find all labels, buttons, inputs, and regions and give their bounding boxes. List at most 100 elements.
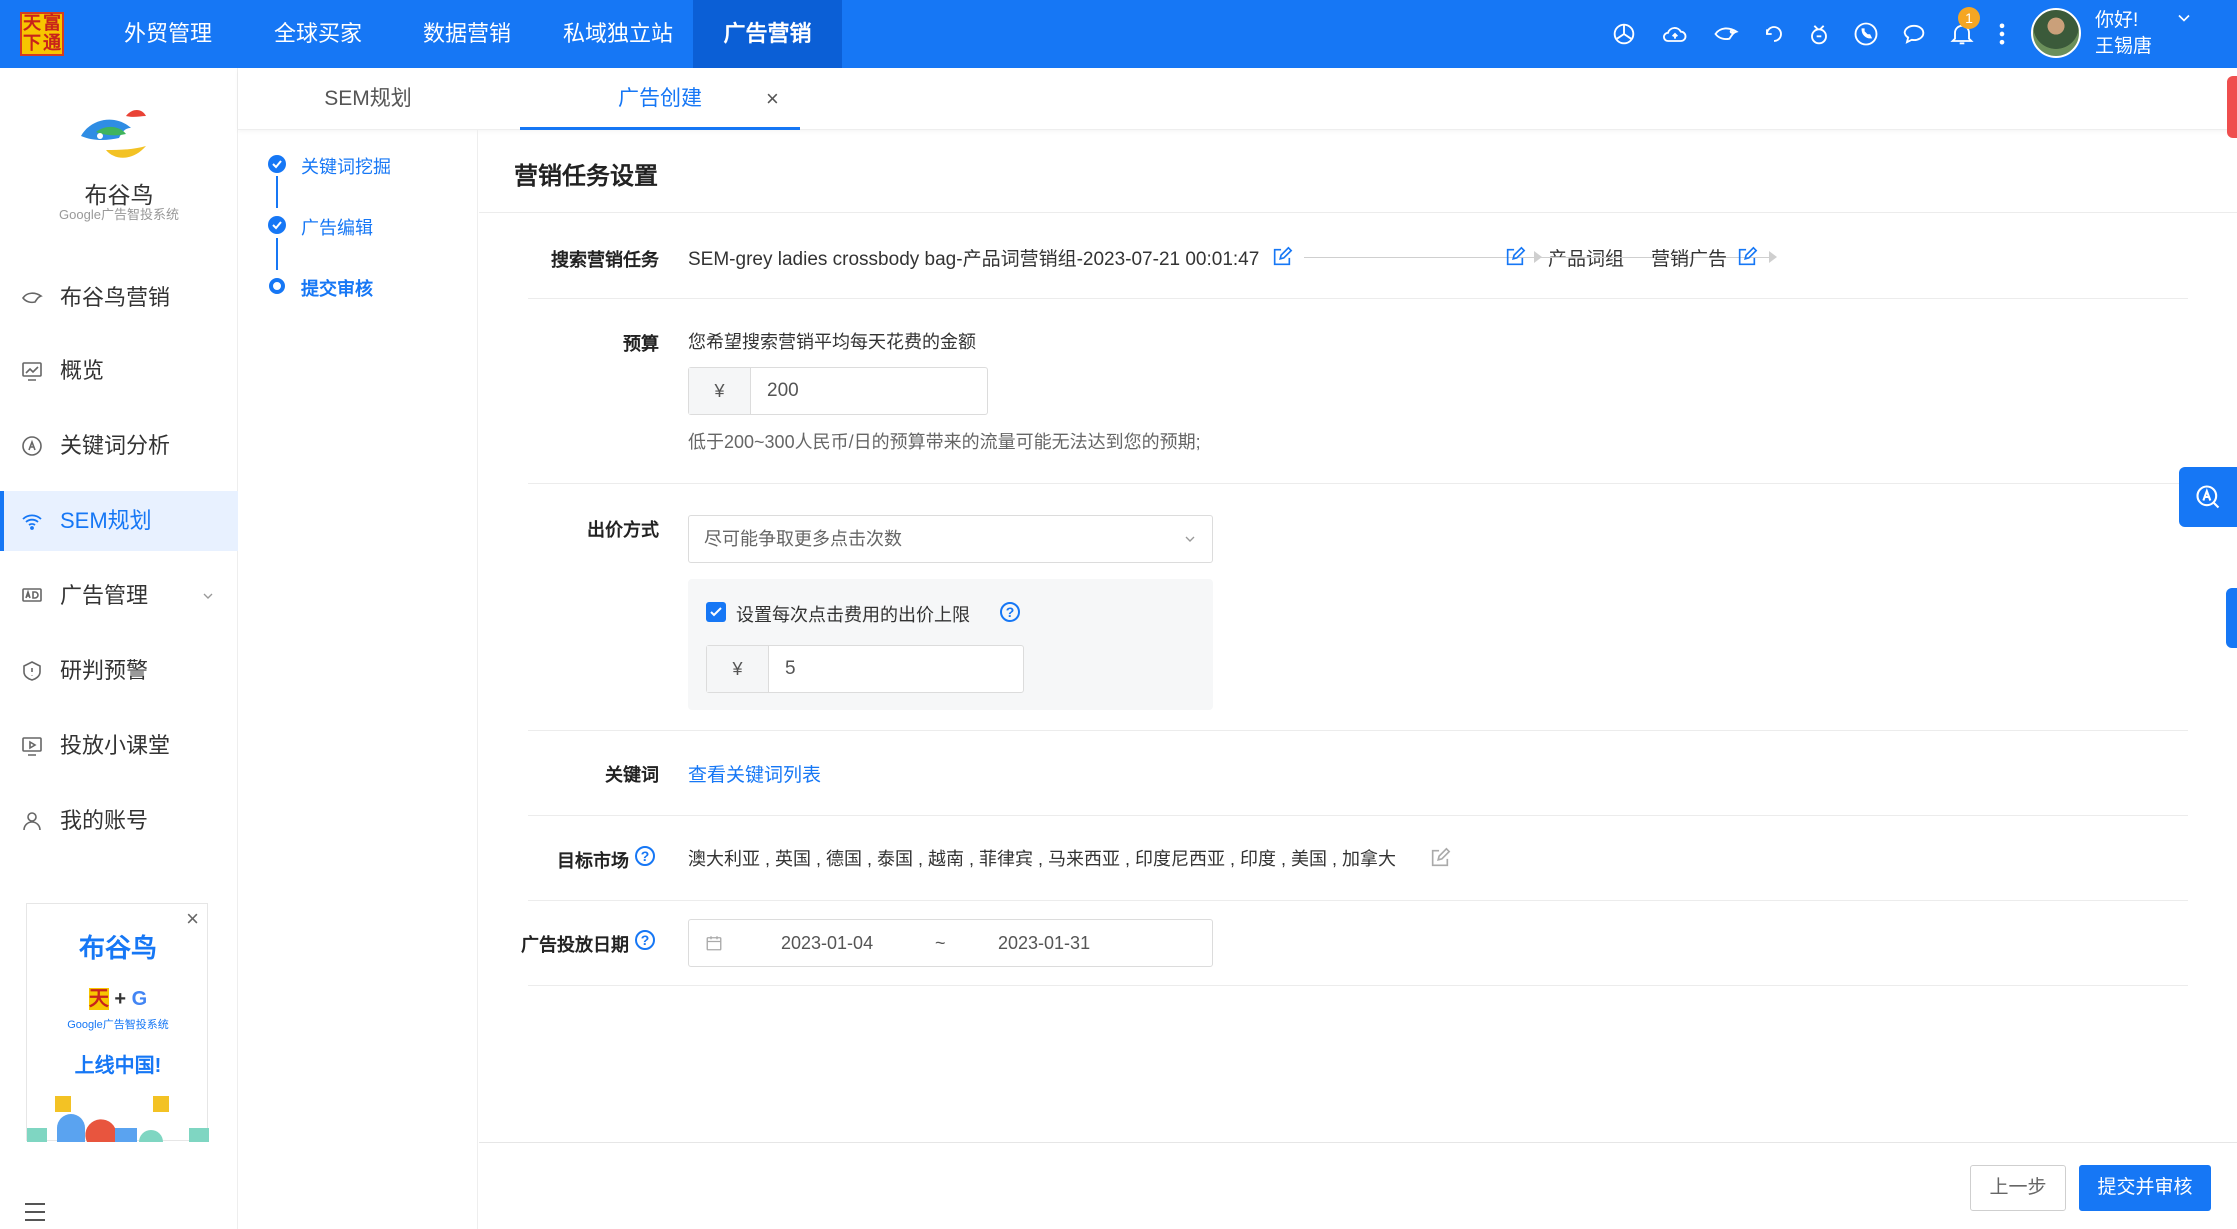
submit-review-button[interactable]: 提交并审核	[2079, 1165, 2211, 1211]
edit-icon[interactable]	[1504, 246, 1526, 268]
promo-subtitle: Google广告智投系统	[67, 1019, 169, 1031]
chevron-down-icon[interactable]	[2174, 8, 2194, 28]
sidebar-item-label: 布谷鸟营销	[60, 285, 171, 310]
form-footer: 上一步 提交并审核	[479, 1142, 2237, 1229]
user-icon	[23, 812, 41, 831]
step-keyword-mining[interactable]: 关键词挖掘	[301, 153, 391, 179]
sidebar-item-label: SEM规划	[60, 508, 152, 533]
step-connector	[276, 238, 278, 270]
edit-icon[interactable]	[1271, 246, 1293, 268]
avatar[interactable]	[2031, 8, 2081, 58]
date-end[interactable]: 2023-01-31	[998, 920, 1090, 966]
sidebar-item-keyword-analysis[interactable]: 关键词分析	[0, 416, 238, 476]
nav-data-marketing[interactable]: 数据营销	[407, 0, 527, 68]
logo-char: 下	[23, 33, 41, 54]
floating-search-button[interactable]	[2179, 467, 2237, 527]
step-current-dot	[269, 278, 285, 294]
help-icon[interactable]: ?	[1000, 602, 1020, 622]
divider	[528, 730, 2188, 731]
bird-icon	[22, 292, 43, 304]
chat-icon[interactable]	[1900, 20, 1928, 48]
sidebar-item-label: 关键词分析	[60, 433, 171, 458]
bid-label: 出价方式	[587, 520, 659, 540]
task-ad: 营销广告	[1651, 249, 1728, 270]
phone-icon[interactable]	[1852, 20, 1880, 48]
bird-icon[interactable]	[1712, 20, 1740, 48]
keyword-label: 关键词	[605, 765, 659, 785]
logo-char: 富	[43, 13, 61, 34]
chevron-down-icon	[1185, 536, 1195, 542]
step-check-icon	[268, 155, 286, 173]
budget-label: 预算	[623, 334, 659, 354]
logo-char: 天	[23, 13, 41, 34]
openai-icon[interactable]	[1610, 20, 1638, 48]
sidebar-item-overview[interactable]: 概览	[0, 341, 238, 401]
help-icon[interactable]: ?	[635, 930, 655, 950]
nav-private-site[interactable]: 私域独立站	[553, 0, 683, 68]
nav-ad-marketing[interactable]: 广告营销	[693, 0, 842, 68]
sidebar-item-my-account[interactable]: 我的账号	[0, 791, 238, 851]
cpc-limit-label: 设置每次点击费用的出价上限	[736, 605, 970, 625]
side-collapse-tab[interactable]	[2227, 76, 2237, 138]
sidebar-item-classroom[interactable]: 投放小课堂	[0, 716, 238, 776]
sidebar-item-label: 广告管理	[60, 583, 149, 608]
date-start[interactable]: 2023-01-04	[781, 920, 873, 966]
alert-icon	[23, 661, 41, 681]
cpc-limit-checkbox[interactable]	[706, 602, 726, 622]
cpc-limit-panel: 设置每次点击费用的出价上限 ? ¥ 5	[688, 579, 1213, 710]
close-icon[interactable]: ×	[766, 86, 779, 112]
divider	[528, 483, 2188, 484]
tab-sem-planning[interactable]: SEM规划	[298, 68, 438, 130]
divider	[528, 900, 2188, 901]
bid-strategy-select[interactable]: 尽可能争取更多点击次数	[688, 515, 1213, 563]
nav-global-buyers[interactable]: 全球买家	[258, 0, 378, 68]
promo-decoration	[27, 1096, 209, 1142]
menu-collapse-icon[interactable]	[24, 1202, 46, 1222]
user-greeting[interactable]: 你好! 王锡唐	[2095, 8, 2152, 60]
nav-foreign-trade[interactable]: 外贸管理	[108, 0, 228, 68]
app-logo[interactable]: 天 富 下 通	[20, 12, 64, 56]
cpc-input[interactable]: ¥ 5	[706, 645, 1024, 693]
market-list: 澳大利亚 , 英国 , 德国 , 泰国 , 越南 , 菲律宾 , 马来西亚 , …	[688, 849, 1397, 869]
floating-expand-tab[interactable]	[2226, 588, 2237, 648]
task-label: 搜索营销任务	[551, 250, 659, 270]
date-range-picker[interactable]: 2023-01-04 ~ 2023-01-31	[688, 919, 1213, 967]
sidebar-item-cuckoo-marketing[interactable]: 布谷鸟营销	[0, 268, 238, 328]
search-icon	[2196, 485, 2220, 509]
step-submit-review[interactable]: 提交审核	[301, 275, 373, 301]
tab-ad-create[interactable]: 广告创建	[520, 68, 800, 130]
sidebar-item-sem-planning[interactable]: SEM规划	[0, 491, 238, 551]
flow-connector	[1304, 257, 1534, 258]
refresh-icon[interactable]	[1760, 20, 1788, 48]
page-title: 营销任务设置	[514, 163, 658, 190]
task-name: SEM-grey ladies crossbody bag-产品词营销组-202…	[688, 249, 1260, 270]
sidebar-item-warning[interactable]: 研判预警	[0, 641, 238, 701]
cloud-icon[interactable]	[1661, 20, 1689, 48]
chevron-down-icon[interactable]	[200, 588, 216, 604]
budget-description: 您希望搜索营销平均每天花费的金额	[688, 332, 976, 352]
wifi-icon	[22, 514, 42, 530]
more-icon[interactable]	[1988, 20, 2018, 48]
budget-input[interactable]: ¥ 200	[688, 367, 988, 415]
help-icon[interactable]: ?	[635, 846, 655, 866]
greeting-text: 你好!	[2095, 10, 2139, 31]
view-keyword-list-link[interactable]: 查看关键词列表	[688, 760, 821, 787]
date-label: 广告投放日期	[521, 935, 629, 955]
tab-label: 广告创建	[618, 87, 702, 110]
sidebar-item-ad-management[interactable]: 广告管理	[0, 566, 238, 626]
edit-icon[interactable]	[1736, 246, 1758, 268]
step-ad-edit[interactable]: 广告编辑	[301, 214, 373, 240]
main-content: 营销任务设置 搜索营销任务 SEM-grey ladies crossbody …	[479, 130, 2237, 1229]
cuckoo-logo-icon	[81, 110, 146, 158]
edit-icon[interactable]	[1429, 847, 1451, 869]
promo-banner[interactable]: × 布谷鸟 天 + G Google广告智投系统 上线中国!	[26, 903, 209, 1142]
logo-char: 通	[43, 33, 61, 54]
promo-logos: 天 + G	[88, 988, 148, 1010]
step-check-icon	[268, 216, 286, 234]
prev-step-button[interactable]: 上一步	[1970, 1165, 2066, 1211]
sidebar-item-label: 概览	[60, 358, 105, 383]
market-label: 目标市场	[557, 851, 629, 871]
currency-prefix: ¥	[707, 646, 769, 692]
step-indicator: 关键词挖掘 广告编辑 提交审核	[238, 130, 478, 1229]
robot-icon[interactable]	[1805, 20, 1833, 48]
